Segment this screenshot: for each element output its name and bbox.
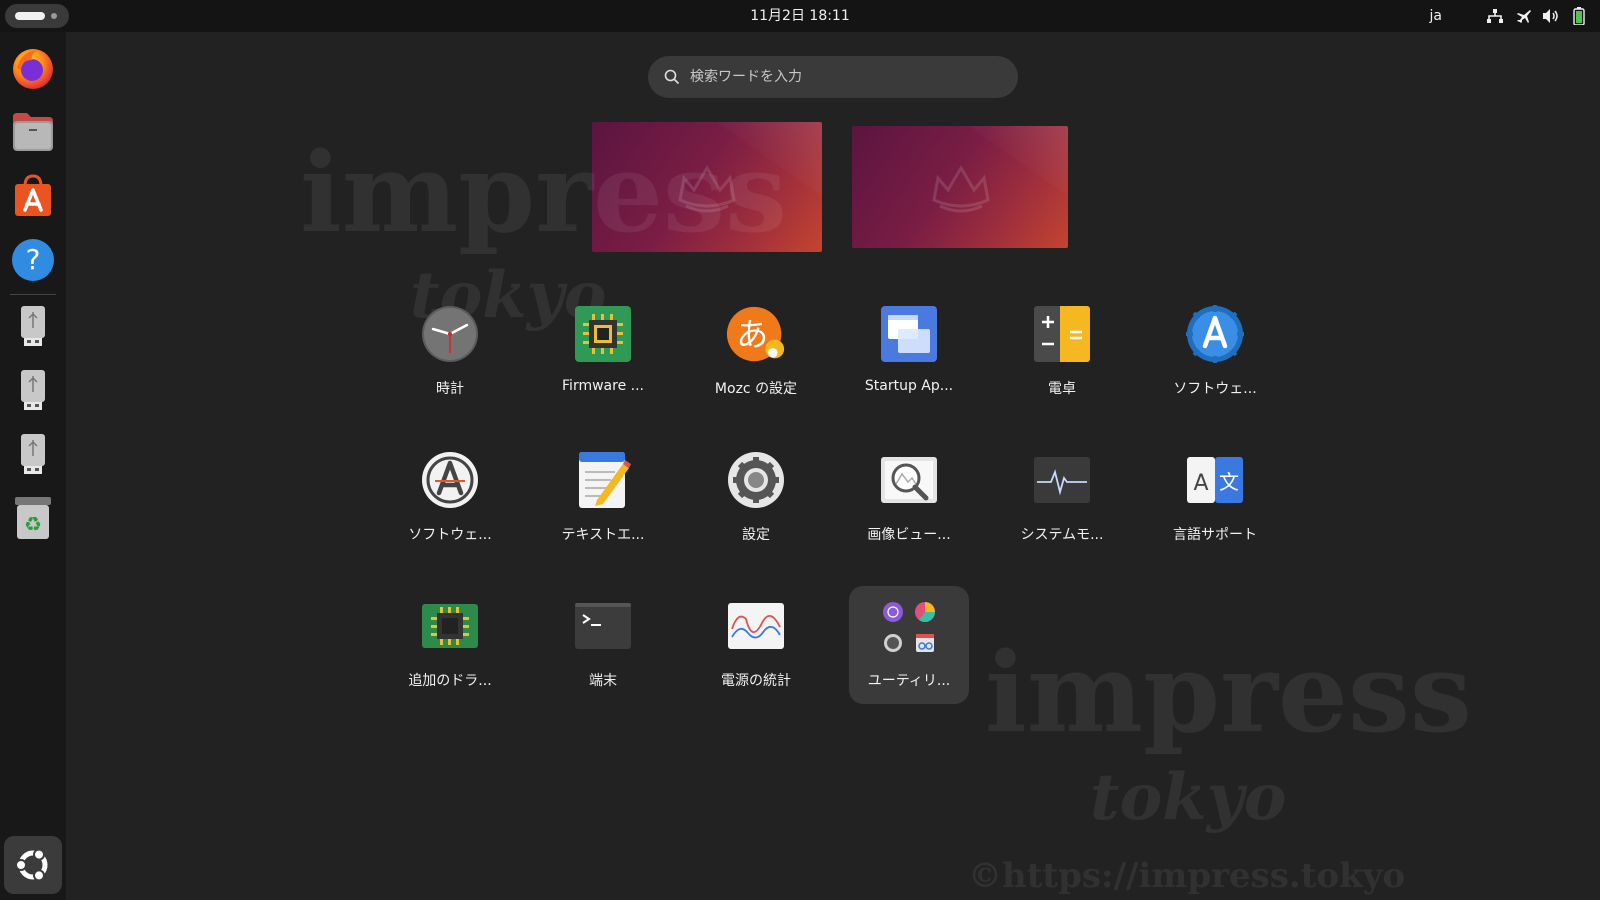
app-software-updater[interactable]: ソフトウェ... <box>1155 294 1275 412</box>
app-software-properties[interactable]: ソフトウェ... <box>390 440 510 558</box>
app-label: 設定 <box>742 527 770 543</box>
app-additional-drivers[interactable]: 追加のドラ... <box>390 586 510 704</box>
app-label: 電卓 <box>1048 381 1076 397</box>
app-mozc-settings[interactable]: あ Mozc の設定 <box>696 294 816 412</box>
app-label: ソフトウェ... <box>408 527 492 543</box>
dock-usb-drive-3[interactable] <box>9 430 57 478</box>
usb-drive-icon <box>21 370 45 410</box>
app-clock[interactable]: 時計 <box>390 294 510 412</box>
mozc-icon: あ <box>726 306 785 362</box>
app-power-statistics[interactable]: 電源の統計 <box>696 586 816 704</box>
show-apps-button[interactable] <box>4 836 62 894</box>
app-system-monitor[interactable]: システムモ... <box>1002 440 1122 558</box>
watermark-city-2: tokyo <box>1090 760 1287 835</box>
dock-trash[interactable]: ♻ <box>9 494 57 542</box>
app-center-icon <box>15 174 51 216</box>
wallpaper-crown-icon <box>932 165 990 213</box>
search-input[interactable] <box>688 68 992 86</box>
app-startup-applications[interactable]: Startup Ap... <box>849 294 969 412</box>
language-support-icon: A文 <box>1187 457 1243 503</box>
app-label: 言語サポート <box>1173 527 1257 543</box>
svg-text:?: ? <box>26 243 41 276</box>
ubuntu-logo-icon <box>15 848 48 882</box>
firmware-chip-icon <box>575 306 631 362</box>
workspace-thumbnail-2[interactable] <box>852 126 1068 248</box>
app-terminal[interactable]: 端末 <box>543 586 663 704</box>
help-icon: ? <box>12 239 54 281</box>
terminal-icon <box>575 603 631 649</box>
startup-applications-icon <box>881 306 937 362</box>
watermark-brand-2: impress <box>985 628 1472 757</box>
files-icon <box>13 113 53 151</box>
calculator-icon <box>1034 306 1090 362</box>
top-bar: 11月2日 18:11 ja <box>0 0 1600 32</box>
app-label: 時計 <box>436 381 464 397</box>
svg-text:♻: ♻ <box>24 512 42 536</box>
dock-usb-drive-1[interactable] <box>9 302 57 350</box>
text-editor-icon <box>579 452 631 508</box>
app-label: 端末 <box>589 673 617 689</box>
clock-icon <box>422 306 478 362</box>
app-image-viewer[interactable]: 画像ビュー... <box>849 440 969 558</box>
image-viewer-icon <box>881 457 937 503</box>
clock: 11月2日 18:11 <box>0 0 1600 32</box>
dock-usb-drive-2[interactable] <box>9 366 57 414</box>
svg-text:文: 文 <box>1219 470 1239 494</box>
app-folder-utilities[interactable]: ユーティリ... <box>849 586 969 704</box>
workspace-thumbnail-1[interactable] <box>592 122 822 252</box>
app-text-editor[interactable]: テキストエ... <box>543 440 663 558</box>
app-label: Firmware ... <box>562 378 644 394</box>
dock-app-center[interactable] <box>9 172 57 220</box>
dock-firefox[interactable] <box>9 44 57 92</box>
utilities-folder-icon <box>883 602 935 652</box>
dock-help[interactable]: ? <box>9 236 57 284</box>
app-label: システムモ... <box>1020 527 1104 543</box>
app-settings[interactable]: 設定 <box>696 440 816 558</box>
battery-icon[interactable] <box>1568 5 1590 27</box>
system-tray[interactable]: ja <box>1430 0 1590 32</box>
wallpaper-crown-icon <box>678 165 736 213</box>
software-updater-icon <box>1186 305 1244 363</box>
search-bar[interactable] <box>648 56 1018 98</box>
app-calculator[interactable]: 電卓 <box>1002 294 1122 412</box>
app-label: 電源の統計 <box>721 673 791 689</box>
app-label: Startup Ap... <box>864 378 954 394</box>
firefox-icon <box>13 49 53 89</box>
search-icon <box>664 69 680 85</box>
app-label: ソフトウェ... <box>1173 381 1257 397</box>
dock: ? ♻ <box>0 32 66 900</box>
volume-icon[interactable] <box>1540 5 1562 27</box>
settings-gear-icon <box>728 452 784 508</box>
watermark-copyright: ©https://impress.tokyo <box>968 856 1406 896</box>
usb-drive-icon <box>21 306 45 346</box>
trash-icon: ♻ <box>15 497 51 539</box>
airplane-mode-icon[interactable] <box>1512 5 1534 27</box>
app-label: 画像ビュー... <box>867 527 951 543</box>
network-wired-icon[interactable] <box>1484 5 1506 27</box>
workspace-indicator <box>51 13 57 19</box>
power-statistics-icon <box>728 603 784 649</box>
app-firmware-updater[interactable]: Firmware ... <box>543 294 663 412</box>
software-properties-icon <box>422 452 478 508</box>
app-label: ユーティリ... <box>867 673 951 689</box>
usb-drive-icon <box>21 434 45 474</box>
active-workspace-indicator <box>15 12 45 20</box>
input-method-indicator[interactable]: ja <box>1430 8 1442 24</box>
system-monitor-icon <box>1034 457 1090 503</box>
dock-separator <box>10 294 56 295</box>
svg-text:あ: あ <box>736 315 768 353</box>
app-label: 追加のドラ... <box>408 673 492 689</box>
app-label: テキストエ... <box>561 527 645 543</box>
additional-drivers-icon <box>422 604 478 648</box>
app-language-support[interactable]: A文 言語サポート <box>1155 440 1275 558</box>
app-label: Mozc の設定 <box>714 381 798 397</box>
dock-files[interactable] <box>9 108 57 156</box>
datetime-label[interactable]: 11月2日 18:11 <box>750 8 850 24</box>
activities-button[interactable] <box>5 4 69 28</box>
svg-text:A: A <box>1193 471 1208 496</box>
